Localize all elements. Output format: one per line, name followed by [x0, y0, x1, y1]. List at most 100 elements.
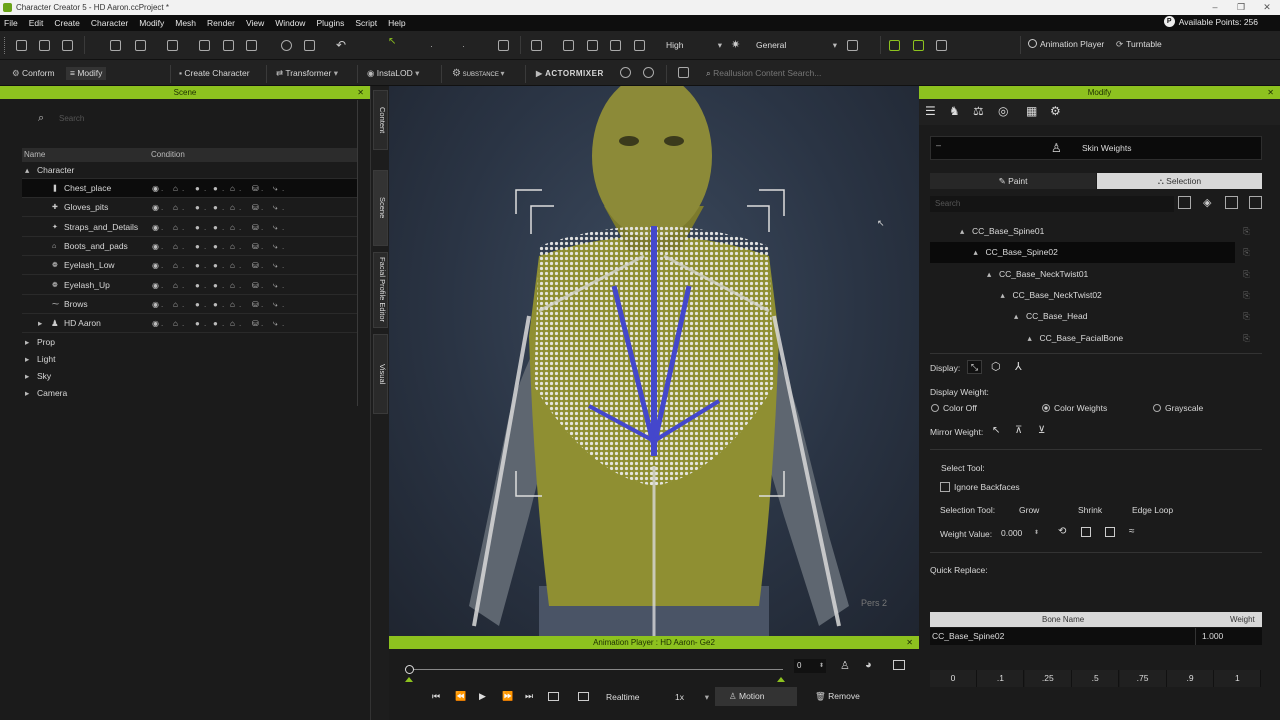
export-icon[interactable]: [135, 40, 146, 51]
bone-tree-item[interactable]: ▴ CC_Base_Spine02 ⎘: [930, 242, 1250, 264]
bone-filter-icon[interactable]: [1178, 196, 1191, 209]
close-icon[interactable]: ✕: [1254, 0, 1280, 15]
link-icon[interactable]: ⤷: [273, 314, 277, 333]
conform-button[interactable]: ⚙ Conform: [12, 67, 55, 80]
eye-icon[interactable]: ◉: [152, 237, 159, 256]
chevron-down-icon[interactable]: .: [204, 295, 206, 314]
menu-mesh[interactable]: Mesh: [175, 18, 196, 28]
collision-icon[interactable]: ⛁: [252, 198, 259, 217]
scale-icon[interactable]: ⚖: [973, 104, 984, 118]
menu-file[interactable]: File: [4, 18, 18, 28]
chevron-down-icon[interactable]: .: [239, 295, 241, 314]
texture-icon[interactable]: ●: [195, 198, 200, 217]
new-project-icon[interactable]: [16, 40, 27, 51]
scene-item-chest-place[interactable]: ❚ Chest_place ◉. ⌂. ●. ●. ⌂. ⛁. ⤷.: [22, 179, 358, 198]
import-icon[interactable]: [110, 40, 121, 51]
menu-script[interactable]: Script: [355, 18, 377, 28]
create-character-button[interactable]: ▪ Create Character: [179, 67, 250, 80]
eye-icon[interactable]: ◉: [152, 179, 159, 198]
frame-icon[interactable]: [587, 40, 598, 51]
range-icon[interactable]: [578, 692, 589, 701]
material-icon[interactable]: ●: [213, 314, 218, 333]
chevron-down-icon[interactable]: .: [282, 198, 284, 217]
3d-viewport[interactable]: ↖ Pers 2: [389, 86, 919, 636]
chevron-down-icon[interactable]: .: [182, 276, 184, 295]
collapse-icon[interactable]: ▴: [960, 221, 964, 242]
chevron-down-icon[interactable]: .: [182, 218, 184, 237]
grow-button[interactable]: Grow: [1019, 505, 1039, 515]
quick-replace-button[interactable]: 1: [1214, 670, 1262, 687]
chevron-down-icon[interactable]: .: [282, 276, 284, 295]
transformer-button[interactable]: ⇄ Transformer ▾: [276, 67, 338, 80]
shadow-icon[interactable]: ⌂: [230, 198, 235, 217]
chevron-down-icon[interactable]: .: [182, 295, 184, 314]
material-icon[interactable]: ●: [213, 237, 218, 256]
scene-item-eyelash-low[interactable]: ❁ Eyelash_Low ◉. ⌂. ●. ●. ⌂. ⛁. ⤷.: [22, 256, 358, 276]
timeline-scrubber[interactable]: [405, 665, 414, 674]
shrink-button[interactable]: Shrink: [1078, 505, 1102, 515]
expand-icon[interactable]: ▸: [25, 385, 29, 402]
loop-icon[interactable]: [548, 692, 559, 701]
collision-icon[interactable]: ⛁: [252, 237, 259, 256]
eye-icon[interactable]: ◉: [152, 295, 159, 314]
lock-icon[interactable]: ⌂: [173, 314, 178, 333]
bone-lock-icon[interactable]: ⎘: [1243, 242, 1250, 263]
chevron-down-icon[interactable]: .: [239, 276, 241, 295]
chevron-down-icon[interactable]: .: [222, 179, 224, 198]
shadow-icon[interactable]: ⌂: [230, 295, 235, 314]
chevron-down-icon[interactable]: .: [161, 179, 163, 198]
expand-icon[interactable]: ▸: [25, 351, 29, 368]
link-icon[interactable]: ⤷: [273, 237, 277, 256]
edge-loop-button[interactable]: Edge Loop: [1132, 505, 1173, 515]
menu-window[interactable]: Window: [275, 18, 305, 28]
lock-icon[interactable]: ⌂: [173, 256, 178, 275]
rotate-tool-icon[interactable]: ·: [462, 41, 465, 51]
motion-button[interactable]: ♙ Motion: [715, 687, 797, 706]
collision-icon[interactable]: ⛁: [252, 179, 259, 198]
fit-view-icon[interactable]: [563, 40, 574, 51]
collapse-icon[interactable]: ▴: [1014, 306, 1018, 327]
texture-icon[interactable]: ●: [195, 295, 200, 314]
chevron-down-icon[interactable]: .: [182, 237, 184, 256]
chevron-down-icon[interactable]: .: [261, 295, 263, 314]
chevron-down-icon[interactable]: .: [161, 218, 163, 237]
tree-group-camera[interactable]: ▸ Camera: [22, 385, 358, 402]
collapse-icon[interactable]: ▴: [974, 242, 978, 263]
gear-icon[interactable]: ⚙: [1050, 104, 1061, 118]
hierarchy-icon[interactable]: [1249, 196, 1262, 209]
eye-icon[interactable]: ◉: [152, 218, 159, 237]
collision-icon[interactable]: ⛁: [252, 295, 259, 314]
weight-column-header[interactable]: Weight: [1230, 612, 1255, 627]
eye-icon[interactable]: ◉: [152, 314, 159, 333]
shadow-icon[interactable]: ⌂: [230, 314, 235, 333]
scene-search-input[interactable]: ⌕ Search: [31, 110, 361, 127]
lighting-dropdown[interactable]: General ▾: [756, 39, 837, 52]
lock-icon[interactable]: ⌂: [173, 218, 178, 237]
lock-icon[interactable]: ⌂: [173, 198, 178, 217]
eye-icon[interactable]: ◉: [152, 256, 159, 275]
transfer-icon[interactable]: [223, 40, 234, 51]
reset-icon[interactable]: ⟲: [1058, 526, 1066, 537]
scene-item-boots-and-pads[interactable]: ⌂ Boots_and_pads ◉. ⌂. ●. ●. ⌂. ⛁. ⤷.: [22, 237, 358, 256]
display-mode-icon[interactable]: [847, 40, 858, 51]
chevron-down-icon[interactable]: .: [222, 218, 224, 237]
chevron-down-icon[interactable]: .: [161, 295, 163, 314]
chevron-down-icon[interactable]: .: [161, 237, 163, 256]
material-icon[interactable]: ●: [213, 256, 218, 275]
speed-dropdown[interactable]: 1x ▾: [675, 692, 709, 702]
chevron-down-icon[interactable]: .: [222, 314, 224, 333]
checker-icon[interactable]: ▦: [1026, 104, 1037, 118]
scene-item-straps-and-details[interactable]: ✦ Straps_and_Details ◉. ⌂. ●. ●. ⌂. ⛁. ⤷.: [22, 218, 358, 237]
modify-button[interactable]: ≡ Modify: [66, 67, 107, 80]
maximize-icon[interactable]: ❐: [1228, 0, 1254, 15]
chevron-down-icon[interactable]: .: [261, 276, 263, 295]
open-project-icon[interactable]: [39, 40, 50, 51]
sliders-icon[interactable]: ☰: [925, 104, 936, 118]
scale-tool-icon[interactable]: [498, 40, 509, 51]
animation-player-button[interactable]: Animation Player: [1028, 39, 1104, 49]
undo-icon[interactable]: ↶: [336, 38, 346, 52]
color-off-radio[interactable]: Color Off: [931, 403, 977, 413]
light-icon[interactable]: ✷: [731, 38, 740, 51]
menu-character[interactable]: Character: [91, 18, 128, 28]
chevron-down-icon[interactable]: .: [182, 179, 184, 198]
